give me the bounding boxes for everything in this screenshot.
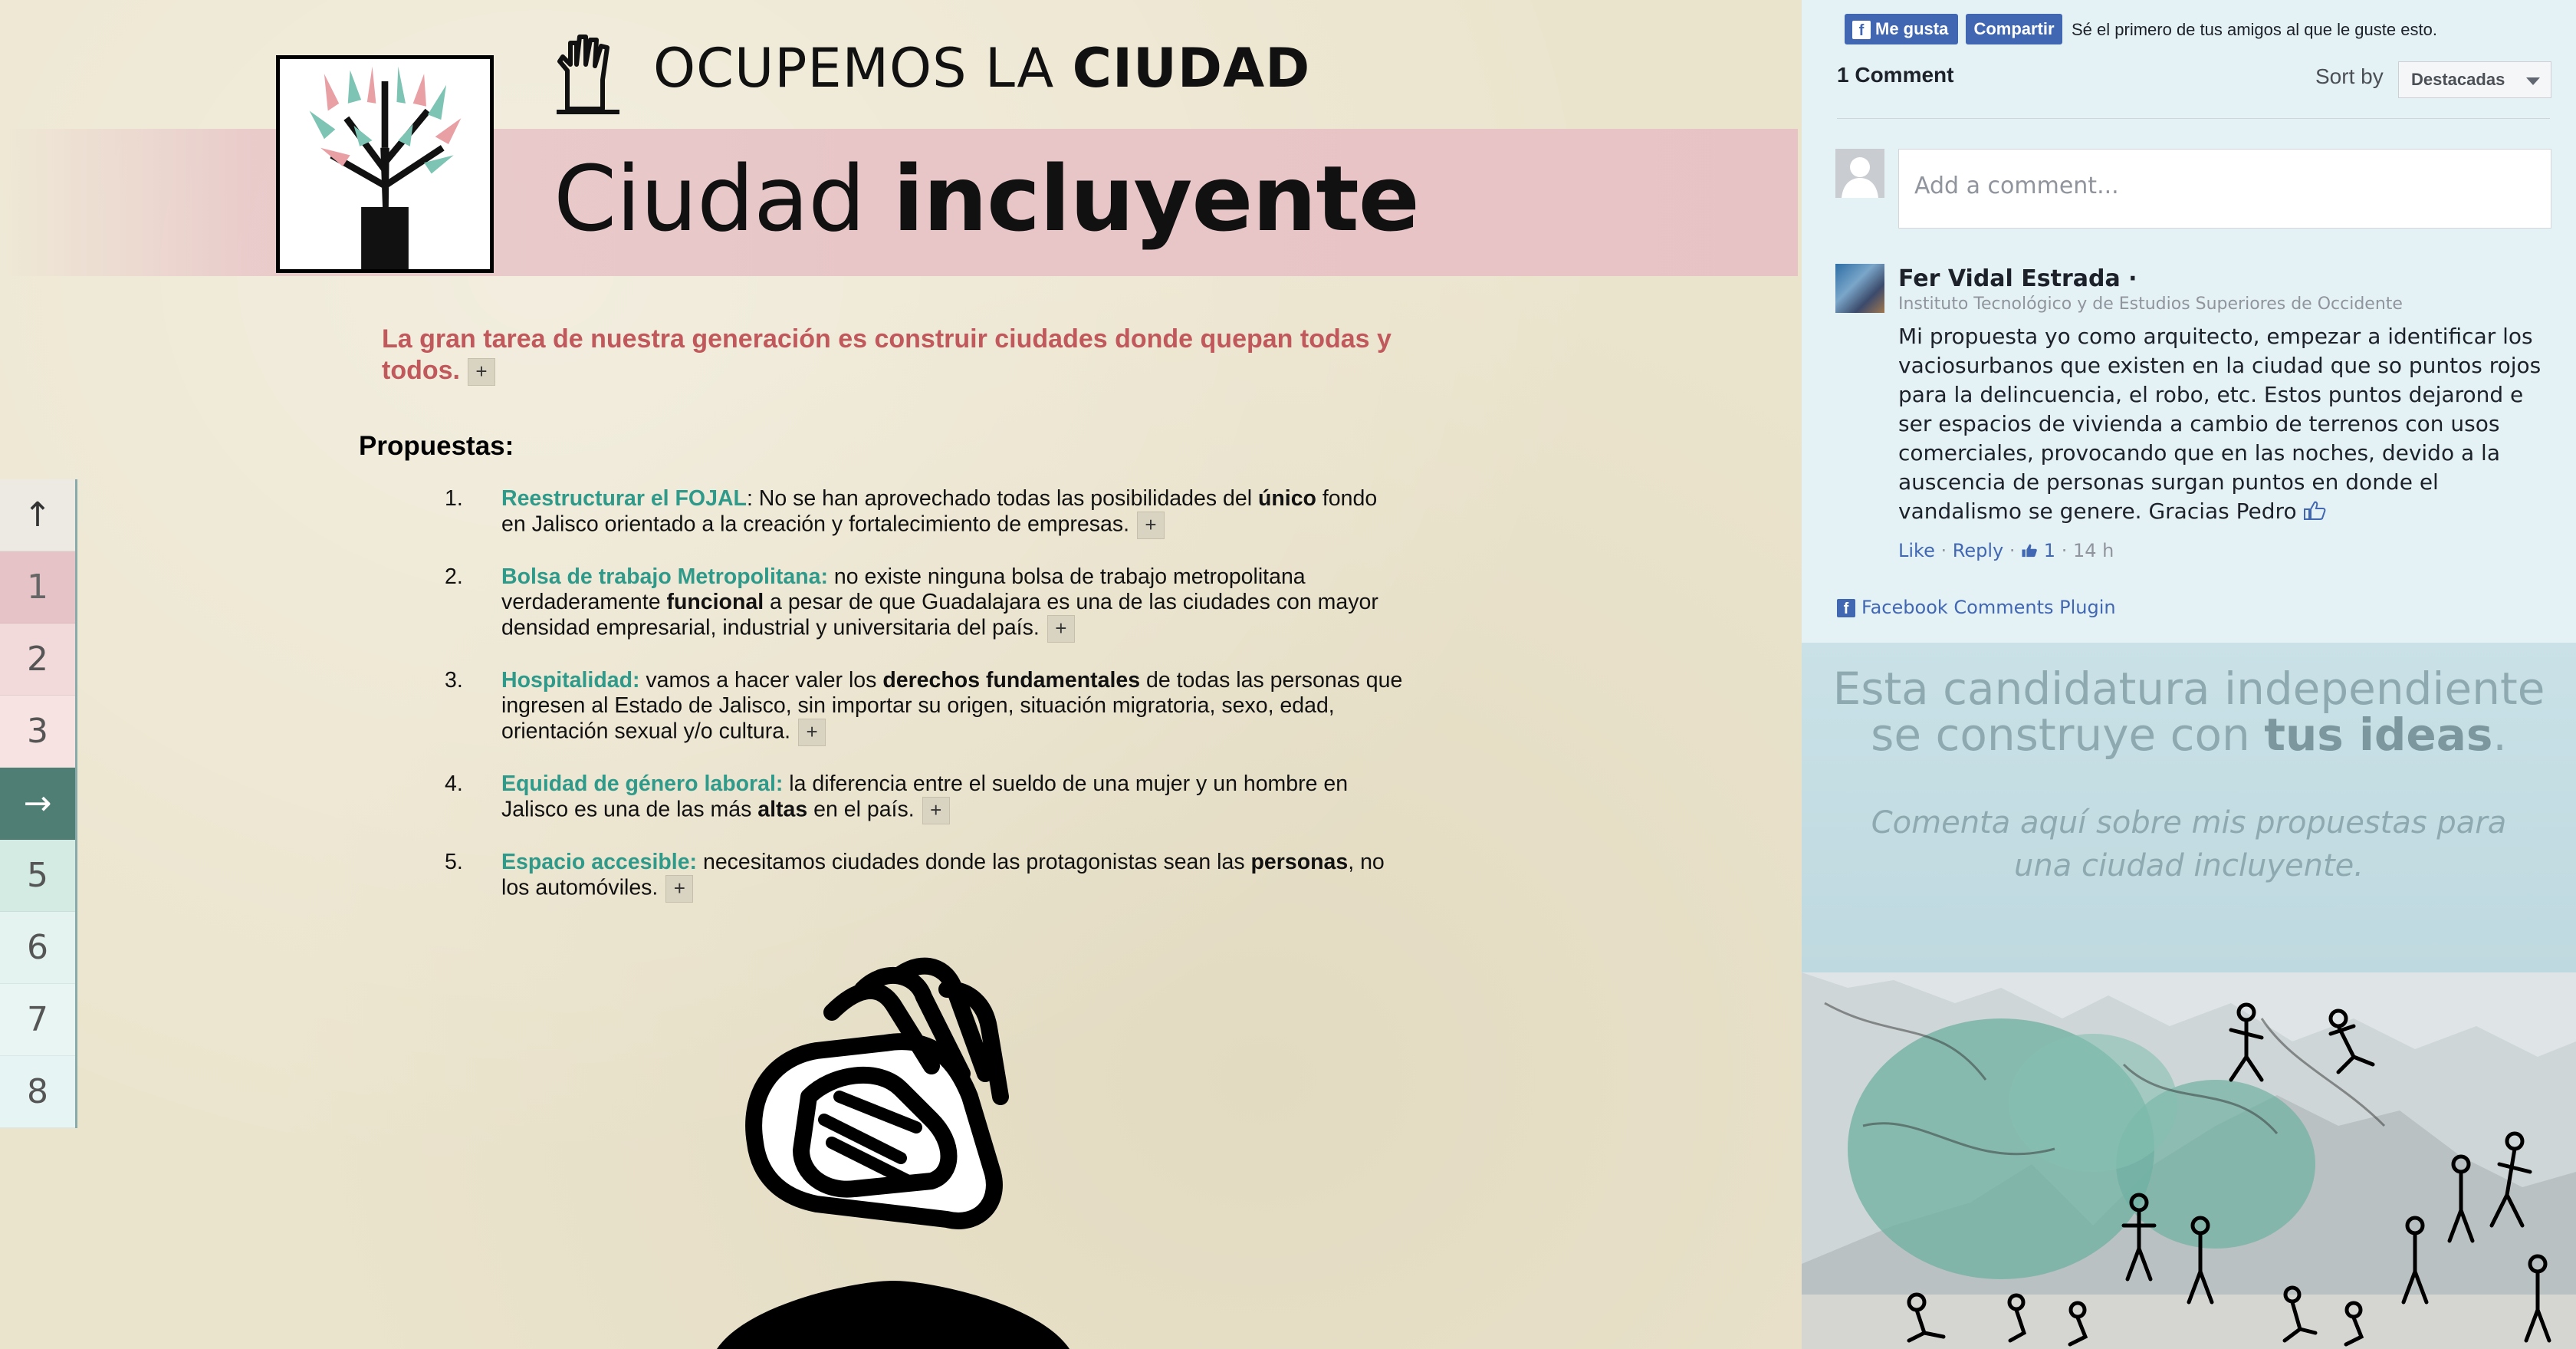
proposal-title: Espacio accesible:: [501, 850, 698, 874]
divider: [1837, 118, 2550, 119]
expand-button[interactable]: +: [1046, 615, 1075, 643]
proposal-emphasis: derechos fundamentales: [882, 668, 1141, 693]
proposal-text: vamos a hacer valer los: [639, 668, 883, 693]
proposal-item: 4. Equidad de género laboral: la diferenc…: [445, 772, 1403, 824]
nav-item[interactable]: 8: [0, 1056, 75, 1128]
brand-bold: CIUDAD: [1072, 37, 1311, 100]
chevron-down-icon: [2526, 77, 2540, 85]
like-button[interactable]: f Me gusta: [1845, 14, 1958, 44]
facebook-icon: f: [1852, 21, 1871, 40]
proposal-title: Equidad de género laboral:: [501, 772, 784, 796]
expand-button[interactable]: +: [922, 797, 950, 824]
proposal-text: : No se han aprovechado todas las posibi…: [746, 486, 1258, 511]
expand-button[interactable]: +: [798, 719, 826, 746]
like-label: Me gusta: [1875, 19, 1949, 38]
proposal-emphasis: único: [1257, 486, 1316, 511]
nav-item[interactable]: 2: [0, 624, 75, 696]
intro-statement: La gran tarea de nuestra generación es c…: [382, 324, 1440, 387]
proposal-text: necesitamos ciudades donde las protagoni…: [697, 850, 1251, 874]
commenter-org[interactable]: Instituto Tecnológico y de Estudios Supe…: [1898, 294, 2403, 314]
proposal-number: 3.: [445, 668, 463, 693]
call-to-action: Esta candidatura independiente se constr…: [1802, 643, 2576, 972]
proposal-title: Reestructurar el FOJAL: [501, 486, 747, 511]
proposals-list: 1. Reestructurar el FOJAL: No se han apro…: [445, 486, 1403, 928]
cta-sub-1: Comenta aquí sobre mis propuestas para: [1871, 805, 2507, 841]
proposal-number: 1.: [445, 486, 463, 511]
intro-text: La gran tarea de nuestra generación es c…: [382, 324, 1392, 385]
proposal-item: 5. Espacio accesible: necesitamos ciudade…: [445, 850, 1403, 903]
proposals-heading: Propuestas:: [359, 431, 514, 461]
nav-item[interactable]: 5: [0, 840, 75, 912]
proposal-number: 4.: [445, 772, 463, 796]
cta-line-2-suffix: .: [2492, 709, 2507, 761]
nav-item[interactable]: →: [0, 768, 75, 840]
cta-line-1: Esta candidatura independiente: [1832, 663, 2545, 715]
avatar-placeholder: [1835, 149, 1884, 198]
handshake-icon: [717, 957, 1070, 1349]
city-illustration: [1802, 972, 2576, 1349]
expand-button[interactable]: +: [467, 358, 495, 387]
avatar[interactable]: [1835, 264, 1884, 313]
proposal-emphasis: funcional: [666, 590, 764, 614]
proposal-item: 3. Hospitalidad: vamos a hacer valer los …: [445, 668, 1403, 746]
facebook-icon: f: [1837, 599, 1855, 617]
comment-time: 14 h: [2072, 540, 2114, 561]
user-silhouette-icon: [1842, 157, 1878, 198]
like-link[interactable]: Like: [1898, 540, 1935, 561]
proposal-emphasis: personas: [1250, 850, 1349, 874]
facebook-comments: f Me gusta Compartir Sé el primero de tus…: [1802, 0, 2576, 643]
plugin-label: Facebook Comments Plugin: [1861, 597, 2116, 618]
proposal-emphasis: altas: [757, 797, 808, 822]
proposal-item: 1. Reestructurar el FOJAL: No se han apro…: [445, 486, 1403, 539]
sort-label: Sort by: [2315, 64, 2384, 88]
separator: ·: [2009, 540, 2022, 561]
comment-count: 1 Comment: [1837, 63, 1954, 87]
nav-item[interactable]: ↑: [0, 479, 75, 551]
separator: ·: [2061, 540, 2073, 561]
cta-line-2-prefix: se construye con: [1871, 709, 2265, 761]
expand-button[interactable]: +: [665, 875, 694, 903]
proposal-number: 2.: [445, 564, 463, 589]
proposal-title: Bolsa de trabajo Metropolitana:: [501, 564, 828, 589]
comment-actions: Like · Reply · 1 · 14 h: [1898, 540, 2114, 561]
likes-count[interactable]: 1: [2044, 540, 2055, 561]
sort-value: Destacadas: [2411, 70, 2505, 89]
nav-item[interactable]: 6: [0, 912, 75, 984]
raised-hand-icon: [557, 35, 619, 114]
expand-button[interactable]: +: [1137, 512, 1165, 539]
right-panel: f Me gusta Compartir Sé el primero de tus…: [1802, 0, 2576, 1349]
comments-plugin-link[interactable]: f Facebook Comments Plugin: [1837, 597, 2116, 618]
section-nav: ↑ 1 2 3 → 5 6 7 8: [0, 479, 77, 1128]
nav-item[interactable]: 7: [0, 984, 75, 1056]
proposal-number: 5.: [445, 850, 463, 874]
tree-logo[interactable]: [276, 55, 494, 273]
main-content: OCUPEMOS LA CIUDAD Ciudad incluyente La …: [0, 0, 1802, 1349]
page-title-prefix: Ciudad: [554, 146, 893, 252]
cta-line-2: se construye con tus ideas.: [1802, 712, 2576, 758]
cta-line-2-bold: tus ideas: [2264, 709, 2493, 761]
cta-sub-2: una ciudad incluyente.: [2014, 848, 2364, 883]
proposal-text: en el país.: [807, 797, 915, 822]
comment-text: Mi propuesta yo como arquitecto, empezar…: [1898, 324, 2542, 524]
thumbs-up-icon: [2304, 501, 2326, 520]
page-title-bold: incluyente: [892, 146, 1420, 252]
social-context: Sé el primero de tus amigos al que le gu…: [2072, 20, 2437, 39]
share-button[interactable]: Compartir: [1966, 14, 2062, 44]
brand-name[interactable]: OCUPEMOS LA CIUDAD: [653, 37, 1310, 100]
proposal-item: 2. Bolsa de trabajo Metropolitana: no exi…: [445, 564, 1403, 643]
reply-link[interactable]: Reply: [1953, 540, 2003, 561]
commenter-name[interactable]: Fer Vidal Estrada ·: [1898, 265, 2137, 292]
nav-item[interactable]: 1: [0, 551, 75, 624]
comment-input[interactable]: Add a comment...: [1898, 149, 2551, 229]
comment-body: Mi propuesta yo como arquitecto, empezar…: [1898, 322, 2550, 526]
page-title: Ciudad incluyente: [554, 146, 1420, 252]
proposal-title: Hospitalidad:: [501, 668, 640, 693]
nav-item[interactable]: 3: [0, 696, 75, 768]
brand-prefix: OCUPEMOS LA: [653, 37, 1073, 100]
tree-icon: [309, 66, 462, 269]
sort-dropdown[interactable]: Destacadas: [2398, 61, 2551, 98]
thumbs-up-icon: [2022, 544, 2037, 558]
separator: ·: [1940, 540, 1953, 561]
